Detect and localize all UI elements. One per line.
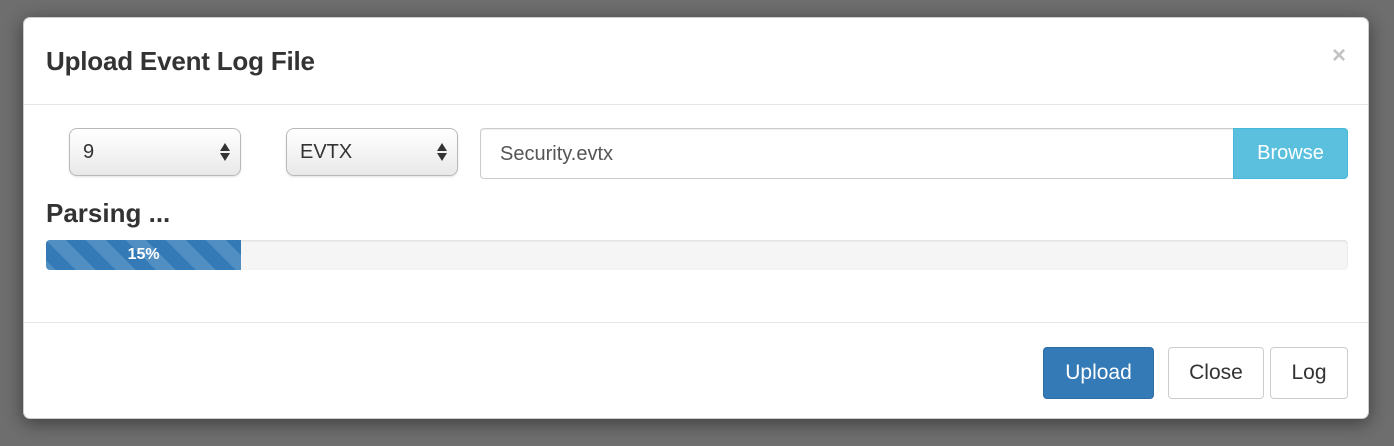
progress-bar: 15% <box>46 240 242 270</box>
upload-button[interactable]: Upload <box>1043 347 1154 399</box>
close-button[interactable]: Close <box>1168 347 1264 399</box>
modal-body: 9 EVTX Security.evtx Browse Parsing ... … <box>24 104 1368 322</box>
file-name-field[interactable]: Security.evtx <box>480 128 1235 179</box>
upload-event-log-dialog: Upload Event Log File × 9 EVTX Security.… <box>23 17 1369 419</box>
select-arrows-icon <box>437 140 447 164</box>
count-select[interactable]: 9 <box>69 128 241 176</box>
format-select[interactable]: EVTX <box>286 128 458 176</box>
count-select-value: 9 <box>83 141 95 163</box>
file-name-value: Security.evtx <box>500 143 613 165</box>
modal-footer: Upload Close Log <box>24 322 1368 418</box>
modal-header: Upload Event Log File × <box>24 18 1368 105</box>
format-select-value: EVTX <box>300 141 353 163</box>
log-button[interactable]: Log <box>1270 347 1348 399</box>
select-arrows-icon <box>220 140 230 164</box>
status-text: Parsing ... <box>46 198 171 228</box>
progress-track: 15% <box>46 240 1348 270</box>
browse-button[interactable]: Browse <box>1233 128 1348 179</box>
modal-title: Upload Event Log File <box>46 46 315 76</box>
close-icon[interactable]: × <box>1332 44 1346 68</box>
